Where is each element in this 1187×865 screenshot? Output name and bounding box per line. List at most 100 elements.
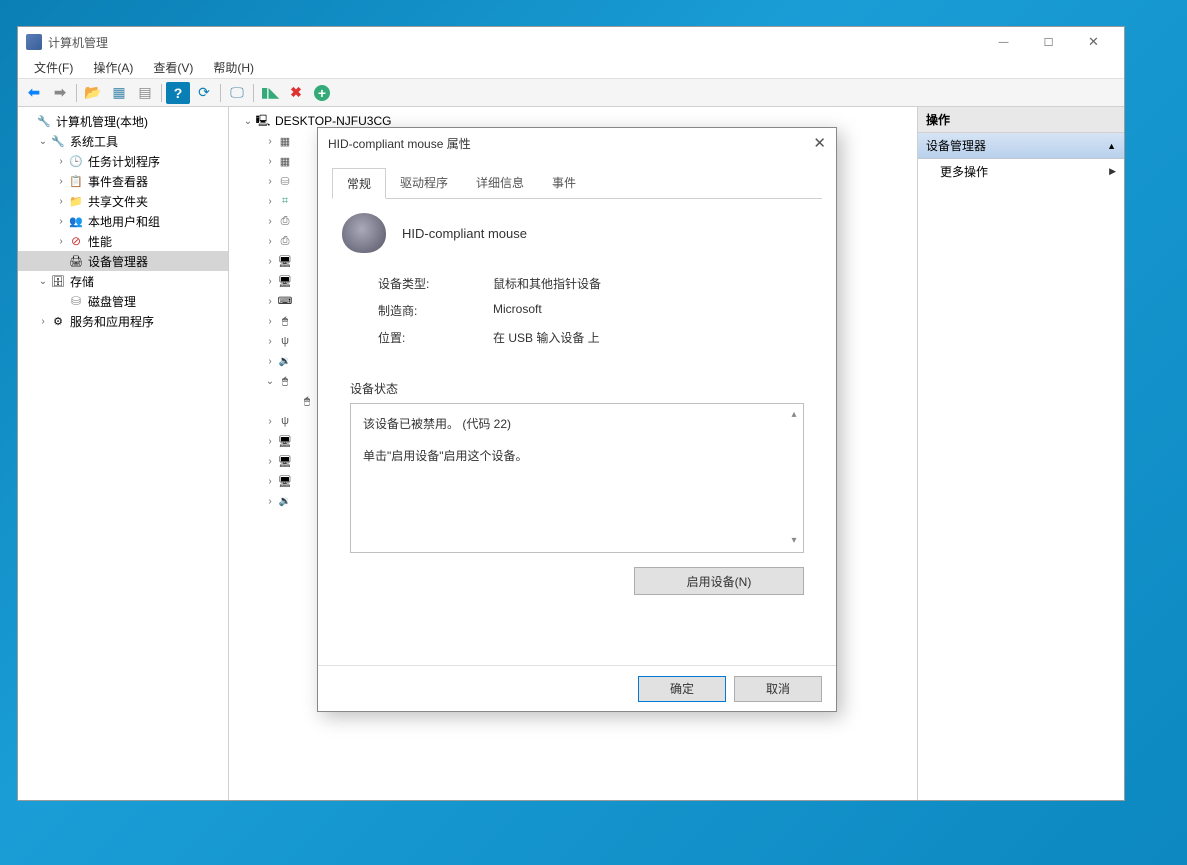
- monitor-icon: [277, 253, 293, 269]
- tabstrip: 常规 驱动程序 详细信息 事件: [332, 168, 822, 199]
- menu-action[interactable]: 操作(A): [83, 57, 143, 78]
- usb-icon: [277, 413, 293, 429]
- usb-icon: [277, 333, 293, 349]
- show-hide-button[interactable]: ▦: [107, 82, 131, 104]
- pc-icon: [255, 113, 271, 129]
- label-manufacturer: 制造商:: [378, 302, 493, 319]
- tree-performance[interactable]: ›性能: [18, 231, 228, 251]
- disk-icon: [68, 293, 84, 309]
- tab-driver[interactable]: 驱动程序: [386, 168, 462, 198]
- actions-section[interactable]: 设备管理器 ▲: [918, 133, 1124, 159]
- tree-disk-management[interactable]: 磁盘管理: [18, 291, 228, 311]
- scroll-up-icon[interactable]: ▴: [787, 406, 801, 424]
- main-titlebar[interactable]: 计算机管理: [18, 27, 1124, 57]
- properties-button[interactable]: ▤: [133, 82, 157, 104]
- dialog-close-button[interactable]: ✕: [796, 134, 826, 152]
- device-manager-icon: [68, 253, 84, 269]
- row-manufacturer: 制造商: Microsoft: [378, 302, 794, 319]
- dialog-titlebar[interactable]: HID-compliant mouse 属性 ✕: [318, 128, 836, 158]
- dialog-footer: 确定 取消: [318, 665, 836, 711]
- mouse-icon: [277, 373, 293, 389]
- tree-services[interactable]: ›服务和应用程序: [18, 311, 228, 331]
- monitor-icon: [277, 273, 293, 289]
- close-button[interactable]: [1071, 28, 1116, 56]
- menu-help[interactable]: 帮助(H): [203, 57, 264, 78]
- dialog-title: HID-compliant mouse 属性: [328, 135, 796, 152]
- actions-panel: 操作 设备管理器 ▲ 更多操作 ▶: [918, 107, 1124, 800]
- maximize-button[interactable]: [1026, 28, 1071, 56]
- value-device-type: 鼠标和其他指针设备: [493, 275, 601, 292]
- performance-icon: [68, 233, 84, 249]
- keyboard-icon: [277, 293, 293, 309]
- more-actions[interactable]: 更多操作 ▶: [918, 159, 1124, 184]
- printer-icon: [277, 213, 293, 229]
- tree-label: 性能: [88, 233, 112, 250]
- tree-label: 服务和应用程序: [70, 313, 154, 330]
- tree-label: 系统工具: [70, 133, 118, 150]
- value-manufacturer: Microsoft: [493, 302, 542, 319]
- tree-task-scheduler[interactable]: ›任务计划程序: [18, 151, 228, 171]
- tree-label: 任务计划程序: [88, 153, 160, 170]
- tree-shared-folders[interactable]: ›共享文件夹: [18, 191, 228, 211]
- tree-label: 事件查看器: [88, 173, 148, 190]
- disk-icon: [277, 173, 293, 189]
- status-line: 单击"启用设备"启用这个设备。: [363, 446, 791, 468]
- tab-details[interactable]: 详细信息: [462, 168, 538, 198]
- scroll-down-icon[interactable]: ▾: [787, 532, 801, 550]
- tree-computer-management[interactable]: 计算机管理(本地): [18, 111, 228, 131]
- enable-button[interactable]: +: [310, 82, 334, 104]
- network-icon: [277, 193, 293, 209]
- cancel-button[interactable]: 取消: [734, 676, 822, 702]
- tree-label: 共享文件夹: [88, 193, 148, 210]
- minimize-button[interactable]: [981, 28, 1026, 56]
- tree-device-manager[interactable]: 设备管理器: [18, 251, 228, 271]
- forward-button[interactable]: ➡: [48, 82, 72, 104]
- device-header: HID-compliant mouse: [342, 213, 812, 253]
- refresh-button[interactable]: ⟳: [192, 82, 216, 104]
- management-icon: [36, 113, 52, 129]
- tree-storage[interactable]: ⌄存储: [18, 271, 228, 291]
- back-button[interactable]: ⬅: [22, 82, 46, 104]
- navigation-tree[interactable]: 计算机管理(本地) ⌄系统工具 ›任务计划程序 ›事件查看器 ›共享文件夹 ›本…: [18, 107, 229, 800]
- sound-icon: [277, 353, 293, 369]
- toolbar-separator: [161, 84, 162, 102]
- menu-view[interactable]: 查看(V): [143, 57, 203, 78]
- tree-label: 设备管理器: [88, 253, 148, 270]
- monitor-icon: [277, 433, 293, 449]
- update-driver-button[interactable]: ▮◣: [258, 82, 282, 104]
- label-device-type: 设备类型:: [378, 275, 493, 292]
- app-icon: [26, 34, 42, 50]
- toolbar-separator: [253, 84, 254, 102]
- tab-general[interactable]: 常规: [332, 168, 386, 199]
- ok-button[interactable]: 确定: [638, 676, 726, 702]
- users-icon: [68, 213, 84, 229]
- menu-file[interactable]: 文件(F): [24, 57, 83, 78]
- tree-event-viewer[interactable]: ›事件查看器: [18, 171, 228, 191]
- sound-icon: [277, 493, 293, 509]
- mouse-icon: [277, 313, 293, 329]
- help-button[interactable]: ?: [166, 82, 190, 104]
- enable-device-button[interactable]: 启用设备(N): [634, 567, 804, 595]
- tree-label: 存储: [70, 273, 94, 290]
- row-device-type: 设备类型: 鼠标和其他指针设备: [378, 275, 794, 292]
- disable-button[interactable]: ✖: [284, 82, 308, 104]
- tree-label: 本地用户和组: [88, 213, 160, 230]
- menubar: 文件(F) 操作(A) 查看(V) 帮助(H): [18, 57, 1124, 79]
- toolbar-separator: [220, 84, 221, 102]
- folder-icon: [68, 193, 84, 209]
- tab-events[interactable]: 事件: [538, 168, 590, 198]
- device-info: 设备类型: 鼠标和其他指针设备 制造商: Microsoft 位置: 在 USB…: [378, 275, 794, 356]
- device-status-textarea[interactable]: 该设备已被禁用。 (代码 22) 单击"启用设备"启用这个设备。 ▴ ▾: [350, 403, 804, 553]
- printer-icon: [277, 233, 293, 249]
- collapse-icon: ▲: [1107, 141, 1116, 151]
- scan-button[interactable]: 🖵: [225, 82, 249, 104]
- tree-system-tools[interactable]: ⌄系统工具: [18, 131, 228, 151]
- device-name: HID-compliant mouse: [402, 226, 527, 241]
- up-button[interactable]: 📂: [81, 82, 105, 104]
- actions-header: 操作: [918, 107, 1124, 133]
- tree-local-users[interactable]: ›本地用户和组: [18, 211, 228, 231]
- monitor-icon: [277, 453, 293, 469]
- tree-label: 磁盘管理: [88, 293, 136, 310]
- monitor-icon: [277, 473, 293, 489]
- window-title: 计算机管理: [48, 34, 981, 51]
